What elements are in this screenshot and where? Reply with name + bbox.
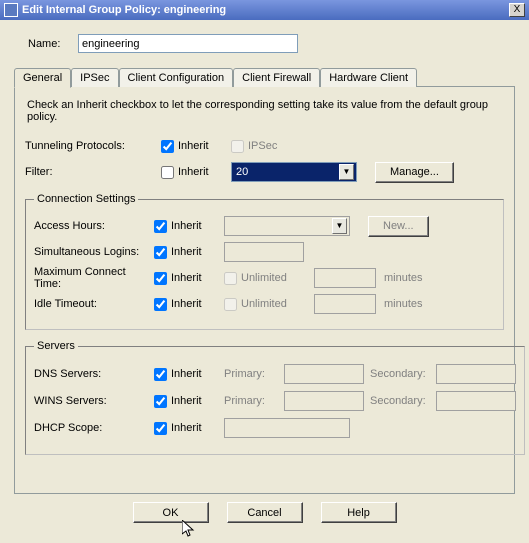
close-icon[interactable]: X — [509, 3, 525, 17]
maxconn-unit: minutes — [384, 272, 434, 284]
filter-label: Filter: — [25, 166, 161, 178]
idle-unit: minutes — [384, 298, 434, 310]
dns-inherit-checkbox[interactable]: Inherit — [154, 368, 224, 381]
dhcp-label: DHCP Scope: — [34, 422, 154, 434]
servers-group: Servers DNS Servers: Inherit Primary: Se… — [25, 340, 525, 455]
name-label: Name: — [28, 38, 78, 50]
tabpanel-general: Check an Inherit checkbox to let the cor… — [14, 86, 515, 494]
filter-inherit-checkbox[interactable]: Inherit — [161, 166, 231, 179]
chevron-down-icon: ▼ — [339, 164, 354, 180]
servers-legend: Servers — [34, 340, 78, 352]
footer-buttons: OK Cancel Help — [14, 494, 515, 529]
dhcp-input — [224, 418, 350, 438]
tab-client-firewall[interactable]: Client Firewall — [233, 68, 320, 87]
simul-logins-label: Simultaneous Logins: — [34, 246, 154, 258]
wins-secondary-input — [436, 391, 516, 411]
wins-label: WINS Servers: — [34, 395, 154, 407]
wins-secondary-label: Secondary: — [370, 395, 436, 407]
idle-label: Idle Timeout: — [34, 298, 154, 310]
access-hours-label: Access Hours: — [34, 220, 154, 232]
maxconn-inherit-checkbox[interactable]: Inherit — [154, 272, 224, 285]
help-button[interactable]: Help — [321, 502, 397, 523]
idle-unlimited-checkbox: Unlimited — [224, 298, 314, 311]
dns-secondary-label: Secondary: — [370, 368, 436, 380]
tabs: General IPSec Client Configuration Clien… — [14, 67, 515, 86]
maxconn-unlimited-checkbox: Unlimited — [224, 272, 314, 285]
maxconn-input — [314, 268, 376, 288]
tunneling-inherit-checkbox[interactable]: Inherit — [161, 140, 231, 153]
dns-primary-input — [284, 364, 364, 384]
dns-primary-label: Primary: — [224, 368, 284, 380]
access-hours-select: ▼ — [224, 216, 350, 236]
access-inherit-checkbox[interactable]: Inherit — [154, 220, 224, 233]
new-button: New... — [368, 216, 429, 237]
tunneling-label: Tunneling Protocols: — [25, 140, 161, 152]
chevron-down-icon: ▼ — [332, 218, 347, 234]
tab-general[interactable]: General — [14, 68, 71, 88]
tab-ipsec[interactable]: IPSec — [71, 68, 118, 87]
dns-secondary-input — [436, 364, 516, 384]
wins-primary-label: Primary: — [224, 395, 284, 407]
manage-button[interactable]: Manage... — [375, 162, 454, 183]
tab-hardware-client[interactable]: Hardware Client — [320, 68, 417, 87]
simul-logins-input — [224, 242, 304, 262]
tunneling-ipsec-checkbox: IPSec — [231, 140, 321, 153]
filter-select[interactable]: 20 ▼ — [231, 162, 357, 182]
window-title: Edit Internal Group Policy: engineering — [22, 4, 509, 16]
cancel-button[interactable]: Cancel — [227, 502, 303, 523]
app-icon — [4, 3, 18, 17]
connection-settings-group: Connection Settings Access Hours: Inheri… — [25, 193, 504, 330]
instruction-text: Check an Inherit checkbox to let the cor… — [27, 99, 504, 123]
wins-inherit-checkbox[interactable]: Inherit — [154, 395, 224, 408]
tab-client-config[interactable]: Client Configuration — [119, 68, 234, 87]
connection-legend: Connection Settings — [34, 193, 138, 205]
idle-input — [314, 294, 376, 314]
ok-button[interactable]: OK — [133, 502, 209, 523]
name-input[interactable] — [78, 34, 298, 53]
simul-inherit-checkbox[interactable]: Inherit — [154, 246, 224, 259]
idle-inherit-checkbox[interactable]: Inherit — [154, 298, 224, 311]
maxconn-label: Maximum Connect Time: — [34, 266, 154, 290]
titlebar: Edit Internal Group Policy: engineering … — [0, 0, 529, 20]
dns-label: DNS Servers: — [34, 368, 154, 380]
wins-primary-input — [284, 391, 364, 411]
dhcp-inherit-checkbox[interactable]: Inherit — [154, 422, 224, 435]
